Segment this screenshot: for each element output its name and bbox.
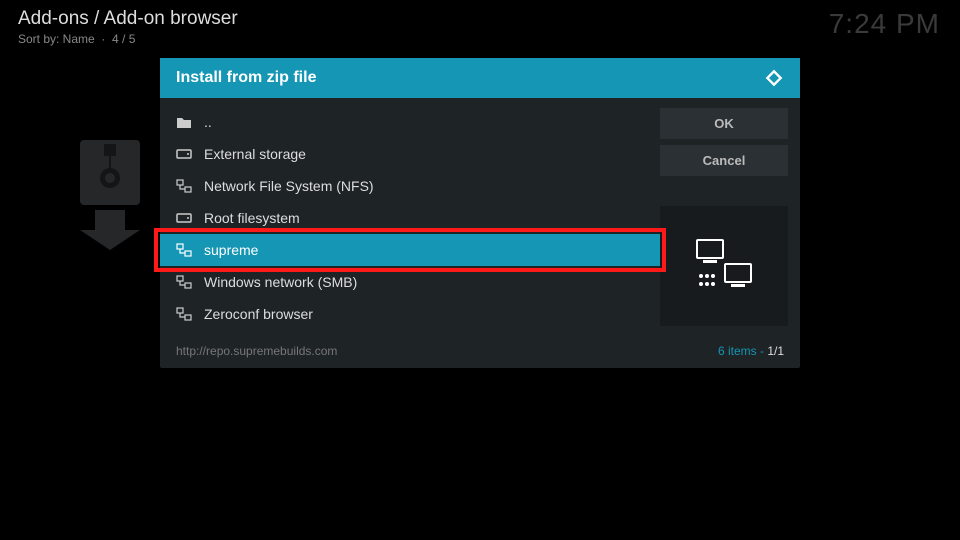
file-item-2[interactable]: Network File System (NFS) — [160, 170, 660, 202]
ok-button[interactable]: OK — [660, 108, 788, 139]
position-label: 4 / 5 — [112, 32, 135, 46]
network-icon — [176, 307, 192, 321]
file-item-1[interactable]: External storage — [160, 138, 660, 170]
dialog-title-bar: Install from zip file — [160, 58, 800, 98]
kodi-logo-icon — [764, 68, 784, 88]
file-item-4[interactable]: supreme — [160, 234, 660, 266]
item-count: 6 items — [718, 344, 757, 358]
zip-download-icon — [70, 140, 160, 250]
side-column: OK Cancel — [660, 98, 800, 338]
sort-label: Sort by: Name — [18, 32, 95, 46]
file-item-label: supreme — [204, 242, 258, 258]
cancel-button[interactable]: Cancel — [660, 145, 788, 176]
network-icon — [176, 179, 192, 193]
breadcrumb: Add-ons / Add-on browser — [18, 8, 942, 30]
drive-icon — [176, 211, 192, 225]
install-zip-dialog: Install from zip file .. External storage… — [160, 58, 800, 368]
header: Add-ons / Add-on browser Sort by: Name ·… — [18, 8, 942, 46]
network-icon — [176, 243, 192, 257]
file-item-label: External storage — [204, 146, 306, 162]
footer-count: 6 items - 1/1 — [718, 344, 784, 358]
file-item-0[interactable]: .. — [160, 106, 660, 138]
dialog-footer: http://repo.supremebuilds.com 6 items - … — [160, 338, 800, 368]
page-indicator: 1/1 — [767, 344, 784, 358]
file-item-3[interactable]: Root filesystem — [160, 202, 660, 234]
file-item-6[interactable]: Zeroconf browser — [160, 298, 660, 330]
file-item-label: Zeroconf browser — [204, 306, 313, 322]
file-item-label: Root filesystem — [204, 210, 300, 226]
file-item-5[interactable]: Windows network (SMB) — [160, 266, 660, 298]
file-list[interactable]: .. External storage Network File System (N… — [160, 98, 660, 338]
footer-path: http://repo.supremebuilds.com — [176, 344, 337, 358]
file-item-label: Network File System (NFS) — [204, 178, 374, 194]
file-item-label: Windows network (SMB) — [204, 274, 357, 290]
sort-line: Sort by: Name · 4 / 5 — [18, 32, 942, 46]
drive-icon — [176, 147, 192, 161]
dialog-title: Install from zip file — [176, 69, 316, 87]
network-icon — [176, 275, 192, 289]
file-item-label: .. — [204, 114, 212, 130]
folder-up-icon — [176, 115, 192, 129]
clock: 7:24 PM — [829, 8, 940, 40]
dialog-body: .. External storage Network File System (N… — [160, 98, 800, 338]
preview-thumbnail — [660, 206, 788, 326]
network-computers-icon — [689, 236, 759, 296]
